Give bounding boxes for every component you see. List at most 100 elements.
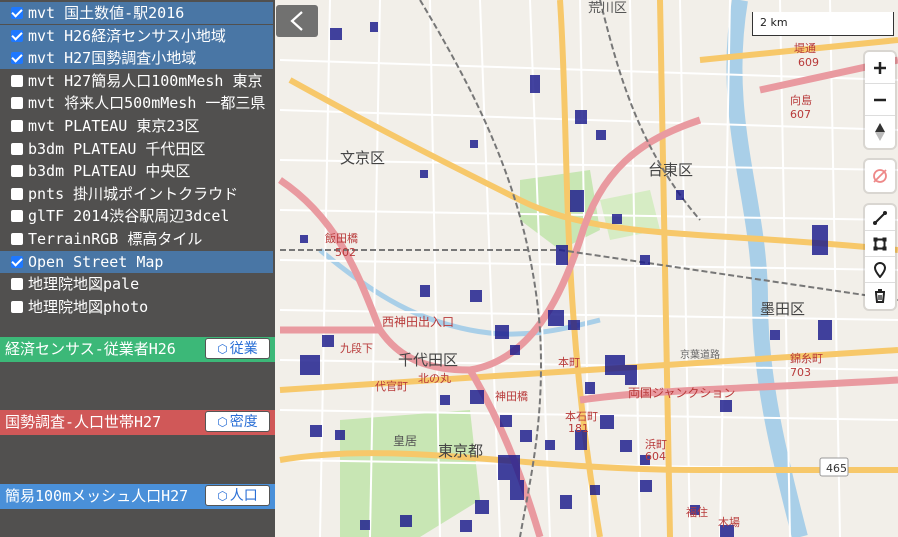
collapse-panel-button[interactable] [276,5,318,37]
layer-toggle[interactable]: 地理院地図photo [0,296,273,318]
line-icon [873,210,887,225]
compass-icon [875,123,885,141]
checkbox-checked[interactable] [11,7,23,19]
map-label: 福住 [686,505,708,519]
map-label: 皇居 [393,434,417,448]
checkbox-unchecked[interactable] [11,142,23,155]
legend-employees: 経済センサス-従業者H26 ⬡ 従業 [0,337,275,362]
map-label: 向島 [790,93,812,107]
map-label: 本石町 [565,409,598,423]
map-label: 台東区 [648,161,693,179]
map-label: 両国ジャンクション [628,386,735,400]
map-label: 西神田出入口 [382,315,454,329]
map-label: 墨田区 [760,300,805,318]
checkbox-unchecked[interactable] [11,233,23,245]
map-label: 東京都 [438,442,483,460]
map-label: 飯田橋 [325,231,358,245]
zoom-out-button[interactable] [865,84,895,116]
legend-button-label: 従業 [229,341,258,357]
map-label: 九段下 [340,341,373,355]
layer-label: glTF 2014渋谷駅周辺3dcel [28,207,230,226]
legend-title: 経済センサス-従業者H26 [5,340,176,358]
map-label: 607 [790,108,811,121]
map-label: 502 [335,246,356,259]
layer-toggle[interactable]: b3dm PLATEAU 中央区 [0,160,273,182]
map-label: 千代田区 [398,351,458,369]
scale-bar: 2 km [752,12,894,36]
draw-line-button[interactable] [865,205,895,231]
layer-label: mvt H27簡易人口100mMesh 東京 [28,71,263,90]
layer-toggle[interactable]: TerrainRGB 標高タイル [0,228,273,250]
checkbox-checked[interactable] [11,52,23,65]
legend-title: 国勢調査-人口世帯H27 [5,413,162,431]
layer-label: TerrainRGB 標高タイル [28,230,203,248]
legend-employees-button[interactable]: ⬡ 従業 [205,338,270,359]
legend-density-button[interactable]: ⬡ 密度 [205,411,270,432]
minus-icon [874,98,886,101]
layer-toggle[interactable]: 地理院地図pale [0,273,273,295]
layer-label: mvt 将来人口500mMesh 一都三県 [28,94,266,113]
map-label: 代官町 [375,379,408,393]
map-label: 神田橋 [495,389,528,403]
checkbox-checked[interactable] [11,29,23,42]
layer-panel: mvt 国土数値-駅2016 mvt H26経済センサス小地域 mvt H27国勢調… [0,0,275,537]
layer-label: mvt H26経済センサス小地域 [28,26,226,45]
compass-button[interactable] [865,116,895,148]
map-label: 荒川区 [588,1,627,16]
layer-toggle[interactable]: b3dm PLATEAU 千代田区 [0,138,273,160]
legend-population: 簡易100mメッシュ人口H27 ⬡ 人口 [0,484,275,509]
map-label: 465 [826,462,847,475]
legend-title: 簡易100mメッシュ人口H27 [5,487,189,505]
zoom-in-button[interactable] [865,52,895,84]
checkbox-checked[interactable] [11,255,23,268]
checkbox-unchecked[interactable] [11,210,23,223]
draw-point-button[interactable] [865,257,895,283]
navigation-controls [865,52,895,148]
layer-toggle[interactable]: mvt H26経済センサス小地域 [0,24,273,47]
layer-toggle[interactable]: mvt 将来人口500mMesh 一都三県 [0,92,273,114]
map-label: 604 [645,450,666,463]
map-label: 703 [790,366,811,379]
layer-toggle[interactable]: glTF 2014渋谷駅周辺3dcel [0,205,273,227]
checkbox-unchecked[interactable] [11,97,23,110]
layer-label: 地理院地図pale [28,275,140,294]
checkbox-unchecked[interactable] [11,120,23,132]
layer-label: 地理院地図photo [28,297,149,316]
layer-label: b3dm PLATEAU 千代田区 [28,139,206,158]
layer-toggle[interactable]: Open Street Map [0,250,273,273]
map-label: 京葉道路 [680,348,720,361]
draw-controls [865,205,895,309]
cube-icon: ⬡ [217,489,228,503]
layer-toggle[interactable]: mvt H27簡易人口100mMesh 東京 [0,70,273,92]
geolocate-button[interactable] [865,160,895,192]
geolocate-control [865,160,895,192]
legend-density: 国勢調査-人口世帯H27 ⬡ 密度 [0,410,275,435]
checkbox-unchecked[interactable] [11,165,23,178]
map-label: 181 [568,422,589,435]
draw-polygon-button[interactable] [865,231,895,257]
map-label: 錦糸町 [790,351,823,365]
map-label: 木場 [718,516,740,529]
cube-icon: ⬡ [217,415,228,429]
legend-population-button[interactable]: ⬡ 人口 [205,485,270,506]
cube-icon: ⬡ [217,342,228,356]
layer-label: mvt PLATEAU 東京23区 [28,117,200,135]
chevron-left-icon [290,11,303,31]
layer-label: mvt 国土数値-駅2016 [28,4,185,22]
layer-toggle[interactable]: mvt H27国勢調査小地域 [0,47,273,70]
layer-label: pnts 掛川城ポイントクラウド [28,184,239,203]
map-pin-icon [873,261,887,278]
map-label: 北の丸 [418,372,451,385]
map-label: 609 [798,56,819,69]
checkbox-unchecked[interactable] [11,187,23,200]
checkbox-unchecked[interactable] [11,300,23,313]
legend-button-label: 密度 [229,414,258,430]
layer-toggle[interactable]: mvt PLATEAU 東京23区 [0,115,273,137]
checkbox-unchecked[interactable] [11,74,23,87]
map-label: 堤通 [794,42,816,55]
layer-toggle[interactable]: mvt 国土数値-駅2016 [0,2,273,24]
checkbox-unchecked[interactable] [11,278,23,291]
delete-drawing-button[interactable] [865,283,895,309]
layer-toggle[interactable]: pnts 掛川城ポイントクラウド [0,183,273,205]
trash-icon [875,289,885,303]
